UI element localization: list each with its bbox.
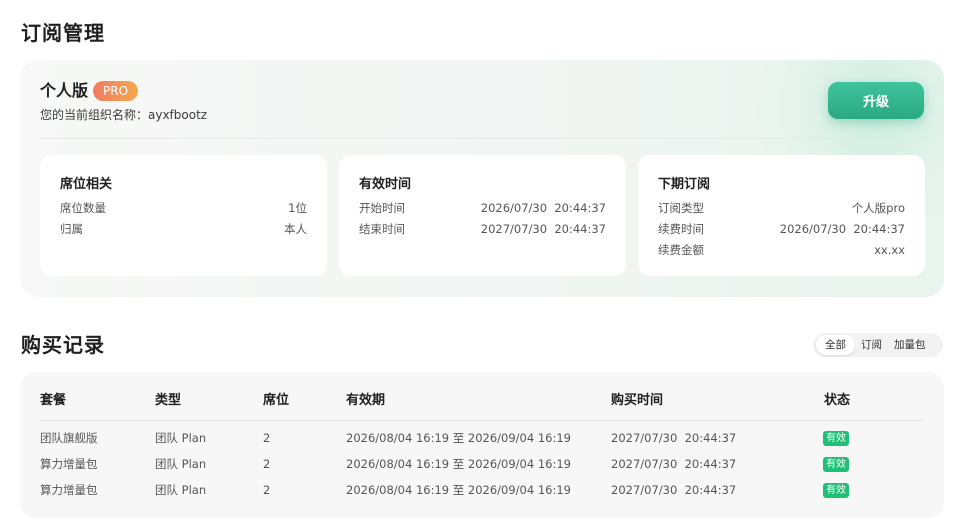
start-time-row: 开始时间 2026/07/30 20:44:37 <box>359 199 606 217</box>
end-time-label: 结束时间 <box>359 222 405 236</box>
records-title: 购买记录 <box>21 333 105 357</box>
sub-type-row: 订阅类型 个人版pro <box>658 199 905 217</box>
plan-name: 个人版 <box>40 81 89 100</box>
cell-purchase-time: 2027/07/30 20:44:37 <box>611 431 737 445</box>
col-header-type: 类型 <box>155 393 182 408</box>
cell-period: 2026/08/04 16:19 至 2026/09/04 16:19 <box>346 483 571 497</box>
seat-owner-label: 归属 <box>60 222 83 236</box>
status-badge: 有效 <box>823 457 849 472</box>
seat-owner-value: 本人 <box>284 222 307 236</box>
renew-time-row: 续费时间 2026/07/30 20:44:37 <box>658 220 905 238</box>
cell-seats: 2 <box>263 431 271 445</box>
col-header-status: 状态 <box>824 393 851 408</box>
cell-package: 团队旗舰版 <box>40 431 98 445</box>
renew-amount-row: 续费金额 xx.xx <box>658 241 905 259</box>
filter-tab-addon[interactable]: 加量包 <box>888 335 932 355</box>
cell-package: 算力增量包 <box>40 483 98 497</box>
cell-type: 团队 Plan <box>155 457 207 471</box>
upgrade-button[interactable]: 升级 <box>828 82 924 119</box>
cell-type: 团队 Plan <box>155 431 207 445</box>
seat-count-row: 席位数量 1位 <box>60 199 307 217</box>
next-subscription-box: 下期订阅 订阅类型 个人版pro 续费时间 2026/07/30 20:44:3… <box>638 155 925 276</box>
col-header-purchase-time: 购买时间 <box>611 393 664 408</box>
seat-count-label: 席位数量 <box>60 201 106 215</box>
next-box-title: 下期订阅 <box>658 177 711 192</box>
cell-package: 算力增量包 <box>40 457 98 471</box>
end-time-value: 2027/07/30 20:44:37 <box>480 222 606 236</box>
renew-amount-label: 续费金额 <box>658 243 704 257</box>
start-time-label: 开始时间 <box>359 201 405 215</box>
seat-count-value: 1位 <box>288 201 307 215</box>
col-header-package: 套餐 <box>40 393 67 408</box>
pro-badge: PRO <box>93 81 139 101</box>
sub-type-value: 个人版pro <box>851 201 905 215</box>
plan-header: 个人版 PRO <box>40 79 139 103</box>
start-time-value: 2026/07/30 20:44:37 <box>480 201 606 215</box>
cell-period: 2026/08/04 16:19 至 2026/09/04 16:19 <box>346 431 571 445</box>
record-filter-tabs: 全部 订阅 加量包 <box>813 333 943 357</box>
seats-box-title: 席位相关 <box>60 177 113 192</box>
status-badge: 有效 <box>823 431 849 446</box>
page-title: 订阅管理 <box>21 21 105 45</box>
end-time-row: 结束时间 2027/07/30 20:44:37 <box>359 220 606 238</box>
filter-tab-subscription[interactable]: 订阅 <box>855 335 888 355</box>
validity-info-box: 有效时间 开始时间 2026/07/30 20:44:37 结束时间 2027/… <box>339 155 626 276</box>
org-name-text: 您的当前组织名称：ayxfbootz <box>40 108 208 122</box>
status-badge: 有效 <box>823 483 849 498</box>
cell-period: 2026/08/04 16:19 至 2026/09/04 16:19 <box>346 457 571 471</box>
seats-info-box: 席位相关 席位数量 1位 归属 本人 <box>40 155 327 276</box>
table-header-divider <box>40 420 924 421</box>
records-table: 套餐 类型 席位 有效期 购买时间 状态 团队旗舰版 团队 Plan 2 202… <box>20 372 944 518</box>
cell-seats: 2 <box>263 483 271 497</box>
renew-time-label: 续费时间 <box>658 222 704 236</box>
card-divider <box>40 138 924 139</box>
cell-type: 团队 Plan <box>155 483 207 497</box>
renew-time-value: 2026/07/30 20:44:37 <box>779 222 905 236</box>
filter-tab-all[interactable]: 全部 <box>816 335 855 355</box>
subscription-card: 个人版 PRO 您的当前组织名称：ayxfbootz 升级 席位相关 席位数量 … <box>20 60 944 297</box>
col-header-period: 有效期 <box>346 393 386 408</box>
seat-owner-row: 归属 本人 <box>60 220 307 238</box>
renew-amount-value: xx.xx <box>874 243 905 257</box>
validity-box-title: 有效时间 <box>359 177 412 192</box>
sub-type-label: 订阅类型 <box>658 201 704 215</box>
col-header-seats: 席位 <box>263 393 290 408</box>
cell-seats: 2 <box>263 457 271 471</box>
cell-purchase-time: 2027/07/30 20:44:37 <box>611 483 737 497</box>
cell-purchase-time: 2027/07/30 20:44:37 <box>611 457 737 471</box>
